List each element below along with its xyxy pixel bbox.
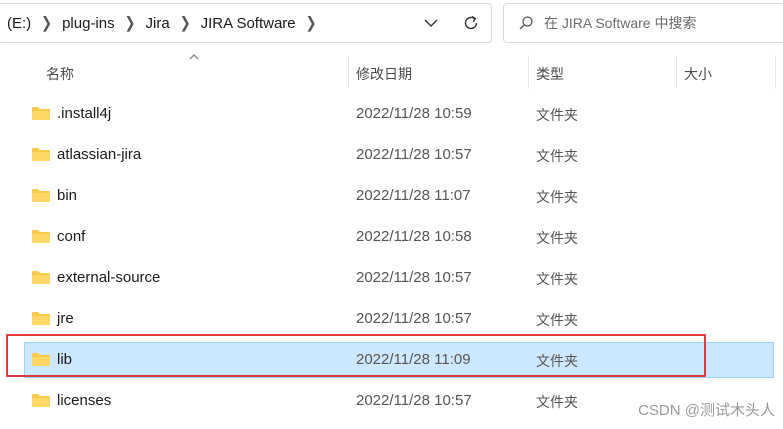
search-input[interactable]: 在 JIRA Software 中搜索: [503, 3, 783, 43]
file-type: 文件夹: [536, 189, 578, 205]
chevron-right-icon[interactable]: ❯: [174, 13, 197, 32]
folder-icon: [32, 230, 50, 243]
list-item[interactable]: bin 2022/11/28 11:07 文件夹: [0, 178, 783, 214]
column-name[interactable]: 名称: [46, 64, 74, 84]
list-item[interactable]: .install4j 2022/11/28 10:59 文件夹: [0, 96, 783, 132]
sort-ascending-icon: [189, 54, 199, 60]
list-item[interactable]: conf 2022/11/28 10:58 文件夹: [0, 219, 783, 255]
file-name: bin: [57, 187, 78, 204]
list-item[interactable]: external-source 2022/11/28 10:57 文件夹: [0, 260, 783, 296]
file-name: atlassian-jira: [57, 146, 142, 163]
chevron-right-icon[interactable]: ❯: [119, 13, 142, 32]
column-divider[interactable]: [676, 55, 677, 89]
folder-icon: [32, 107, 50, 120]
file-date: 2022/11/28 10:57: [356, 310, 472, 327]
breadcrumb: (E:) ❯ plug-ins ❯ Jira ❯ JIRA Software ❯: [0, 13, 411, 32]
chevron-down-icon: [424, 19, 438, 27]
list-item[interactable]: jre 2022/11/28 10:57 文件夹: [0, 301, 783, 337]
column-type[interactable]: 类型: [536, 64, 564, 84]
column-divider[interactable]: [348, 55, 349, 89]
column-header: 名称 修改日期 类型 大小: [0, 54, 783, 89]
address-bar[interactable]: (E:) ❯ plug-ins ❯ Jira ❯ JIRA Software ❯: [0, 3, 492, 43]
file-date: 2022/11/28 10:57: [356, 146, 472, 163]
breadcrumb-plug-ins[interactable]: plug-ins: [58, 15, 119, 32]
file-type: 文件夹: [536, 148, 578, 164]
file-type: 文件夹: [536, 107, 578, 123]
folder-icon: [32, 271, 50, 284]
column-size[interactable]: 大小: [684, 64, 712, 84]
search-icon: [519, 16, 533, 30]
file-name: conf: [57, 228, 86, 245]
folder-icon: [32, 148, 50, 161]
history-dropdown-button[interactable]: [411, 4, 451, 42]
file-type: 文件夹: [536, 271, 578, 287]
list-item[interactable]: atlassian-jira 2022/11/28 10:57 文件夹: [0, 137, 783, 173]
file-date: 2022/11/28 10:57: [356, 269, 472, 286]
annotation-highlight-box: [6, 334, 706, 377]
file-type: 文件夹: [536, 230, 578, 246]
folder-icon: [32, 189, 50, 202]
column-divider[interactable]: [528, 55, 529, 89]
breadcrumb-jira-software[interactable]: JIRA Software: [197, 15, 300, 32]
search-placeholder: 在 JIRA Software 中搜索: [544, 15, 697, 31]
file-date: 2022/11/28 10:59: [356, 105, 472, 122]
refresh-icon: [464, 15, 478, 30]
file-name: jre: [57, 310, 74, 327]
watermark: CSDN @测试木头人: [638, 402, 775, 419]
column-date[interactable]: 修改日期: [356, 64, 412, 84]
file-date: 2022/11/28 10:57: [356, 392, 472, 409]
file-name: external-source: [57, 269, 161, 286]
file-date: 2022/11/28 11:07: [356, 187, 471, 204]
refresh-button[interactable]: [451, 4, 491, 42]
file-date: 2022/11/28 10:58: [356, 228, 472, 245]
folder-icon: [32, 394, 50, 407]
breadcrumb-jira[interactable]: Jira: [142, 15, 174, 32]
folder-icon: [32, 312, 50, 325]
file-name: licenses: [57, 392, 112, 409]
breadcrumb-drive[interactable]: (E:): [3, 15, 35, 32]
file-type: 文件夹: [536, 394, 578, 410]
file-name: .install4j: [57, 105, 112, 122]
chevron-right-icon[interactable]: ❯: [35, 13, 58, 32]
file-type: 文件夹: [536, 312, 578, 328]
chevron-right-icon[interactable]: ❯: [300, 13, 323, 32]
column-divider[interactable]: [775, 55, 776, 89]
